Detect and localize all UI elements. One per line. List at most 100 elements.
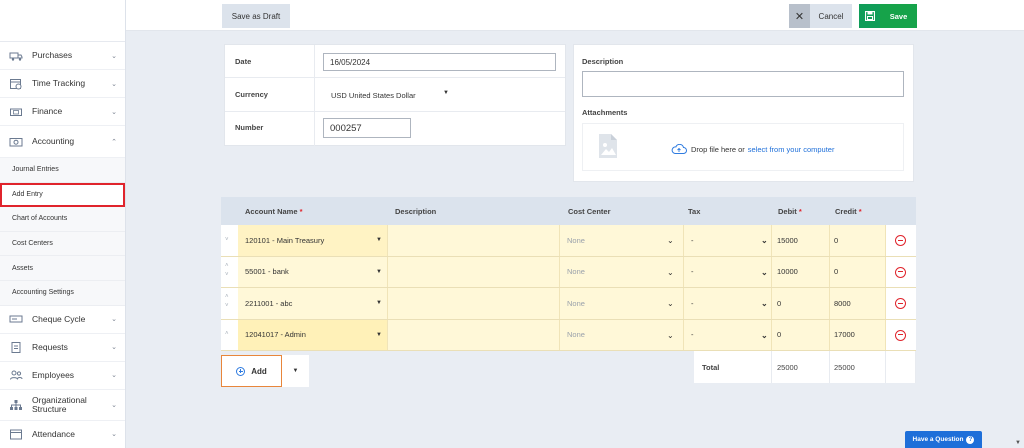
remove-row-icon[interactable] — [895, 329, 906, 341]
number-label: Number — [235, 123, 264, 132]
credit-input[interactable]: 0 — [830, 256, 886, 287]
sidebar-item-purchases[interactable]: Purchases ⌄ — [0, 42, 125, 70]
sidebar-item-label: Accounting — [32, 136, 75, 146]
reorder-arrows-icon[interactable]: ˄ ˅ — [225, 262, 235, 280]
caret-down-icon[interactable]: ▼ — [443, 90, 449, 96]
attachments-label: Attachments — [582, 108, 628, 117]
tax-select[interactable]: - — [684, 256, 772, 287]
sidebar-item-finance[interactable]: Finance ⌄ — [0, 98, 125, 126]
close-icon[interactable]: ✕ — [789, 4, 810, 28]
sidebar-item-attendance[interactable]: Attendance ⌄ — [0, 421, 125, 448]
th-cost-center: Cost Center — [568, 207, 611, 216]
remove-row-icon[interactable] — [895, 235, 906, 246]
chevron-up-icon: ⌃ — [111, 138, 117, 146]
truck-icon — [9, 50, 23, 62]
sidebar-item-requests[interactable]: Requests ⌄ — [0, 334, 125, 362]
description-cell[interactable] — [388, 225, 560, 256]
th-description: Description — [395, 207, 437, 216]
chevron-down-icon[interactable]: ⌄ — [667, 236, 674, 245]
chevron-down-icon[interactable]: ⌄ — [761, 268, 768, 277]
account-select[interactable]: 12041017 - Admin — [238, 319, 388, 350]
chevron-down-icon[interactable]: ⌄ — [667, 331, 674, 340]
caret-down-icon[interactable]: ▼ — [376, 300, 382, 306]
sidebar-item-cheque-cycle[interactable]: Cheque Cycle ⌄ — [0, 306, 125, 334]
sidebar-subitem-accounting-settings[interactable]: Accounting Settings — [0, 280, 125, 306]
account-select[interactable]: 55001 - bank — [238, 256, 388, 287]
subitem-label: Cost Centers — [12, 240, 53, 248]
reorder-arrows-icon[interactable]: ˄ ˅ — [225, 293, 235, 311]
sidebar-subitem-add-entry[interactable]: Add Entry — [0, 182, 125, 208]
table-row: ˅ 120101 - Main Treasury ▼ None ⌄ - ⌄ 15… — [221, 225, 916, 257]
sidebar-item-label: Requests — [32, 341, 68, 352]
journal-lines-table: Account Name * Description Cost Center T… — [221, 197, 916, 387]
date-input[interactable]: 16/05/2024 — [323, 53, 556, 71]
chevron-down-icon[interactable]: ⌄ — [761, 331, 768, 340]
cheque-icon — [9, 313, 23, 325]
debit-input[interactable]: 0 — [772, 288, 830, 319]
sidebar-item-accounting[interactable]: Accounting ⌃ — [0, 126, 125, 158]
caret-down-icon[interactable]: ▼ — [376, 237, 382, 243]
chevron-down-icon[interactable]: ⌄ — [667, 299, 674, 308]
sidebar-item-organizational-structure[interactable]: Organizational Structure ⌄ — [0, 390, 125, 421]
cost-center-select[interactable]: None — [560, 256, 684, 287]
subitem-label: Assets — [12, 264, 34, 272]
cash-icon — [9, 106, 23, 118]
cancel-button[interactable]: Cancel — [810, 4, 852, 28]
credit-value: 8000 — [834, 298, 851, 308]
credit-input[interactable]: 0 — [830, 225, 886, 256]
tax-select[interactable]: - — [684, 319, 772, 350]
sidebar-item-employees[interactable]: Employees ⌄ — [0, 362, 125, 390]
add-row-button[interactable]: Add — [221, 355, 282, 387]
number-input[interactable]: 000257 — [323, 118, 411, 138]
description-cell[interactable] — [388, 319, 560, 350]
calendar-clock-icon — [9, 78, 23, 90]
debit-input[interactable]: 0 — [772, 319, 830, 350]
required-mark: * — [798, 207, 802, 216]
caret-down-icon[interactable]: ▼ — [376, 332, 382, 338]
org-chart-icon — [9, 399, 23, 411]
remove-row-icon[interactable] — [895, 298, 906, 309]
description-cell[interactable] — [388, 288, 560, 319]
save-button[interactable]: Save — [880, 4, 917, 28]
chevron-down-icon[interactable]: ⌄ — [761, 236, 768, 245]
reorder-arrows-icon[interactable]: ˄ — [225, 330, 235, 339]
credit-input[interactable]: 8000 — [830, 288, 886, 319]
tax-select[interactable]: - — [684, 288, 772, 319]
select-file-link[interactable]: select from your computer — [748, 145, 835, 154]
money-icon — [9, 136, 23, 148]
chevron-down-icon[interactable]: ⌄ — [667, 268, 674, 277]
reorder-arrows-icon[interactable]: ˅ — [225, 236, 235, 245]
currency-select[interactable]: USD United States Dollar — [331, 91, 416, 100]
credit-input[interactable]: 17000 — [830, 319, 886, 350]
scroll-down-arrow-icon[interactable]: ▼ — [1015, 440, 1021, 446]
debit-input[interactable]: 15000 — [772, 225, 830, 256]
file-dropzone[interactable]: Drop file here or select from your compu… — [582, 123, 904, 171]
account-select[interactable]: 120101 - Main Treasury — [238, 225, 388, 256]
sidebar-subitem-assets[interactable]: Assets — [0, 256, 125, 281]
sidebar-subitem-chart-of-accounts[interactable]: Chart of Accounts — [0, 207, 125, 232]
chevron-down-icon: ⌄ — [111, 108, 117, 116]
sidebar-item-time-tracking[interactable]: Time Tracking ⌄ — [0, 70, 125, 98]
sidebar-subitem-cost-centers[interactable]: Cost Centers — [0, 231, 125, 257]
save-as-draft-button[interactable]: Save as Draft — [222, 4, 290, 28]
account-select[interactable]: 2211001 - abc — [238, 288, 388, 319]
description-panel: Description Attachments Drop file here o… — [573, 44, 914, 182]
caret-down-icon[interactable]: ▼ — [376, 269, 382, 275]
cost-center-select[interactable]: None — [560, 319, 684, 350]
save-icon[interactable] — [859, 4, 880, 28]
tax-select[interactable]: - — [684, 225, 772, 256]
image-file-icon — [599, 134, 617, 158]
add-options-caret-icon[interactable]: ▼ — [282, 355, 309, 387]
cost-center-select[interactable]: None — [560, 225, 684, 256]
description-input[interactable] — [582, 71, 904, 97]
table-header: Account Name * Description Cost Center T… — [221, 197, 916, 225]
sidebar-subitem-journal-entries[interactable]: Journal Entries — [0, 158, 125, 183]
number-row: Number 000257 — [225, 112, 565, 146]
cost-center-value: None — [567, 330, 585, 340]
debit-input[interactable]: 10000 — [772, 256, 830, 287]
remove-row-icon[interactable] — [895, 266, 906, 278]
cost-center-select[interactable]: None — [560, 288, 684, 319]
have-a-question-button[interactable]: Have a Question? — [905, 431, 982, 448]
chevron-down-icon[interactable]: ⌄ — [761, 299, 768, 308]
description-cell[interactable] — [388, 256, 560, 287]
